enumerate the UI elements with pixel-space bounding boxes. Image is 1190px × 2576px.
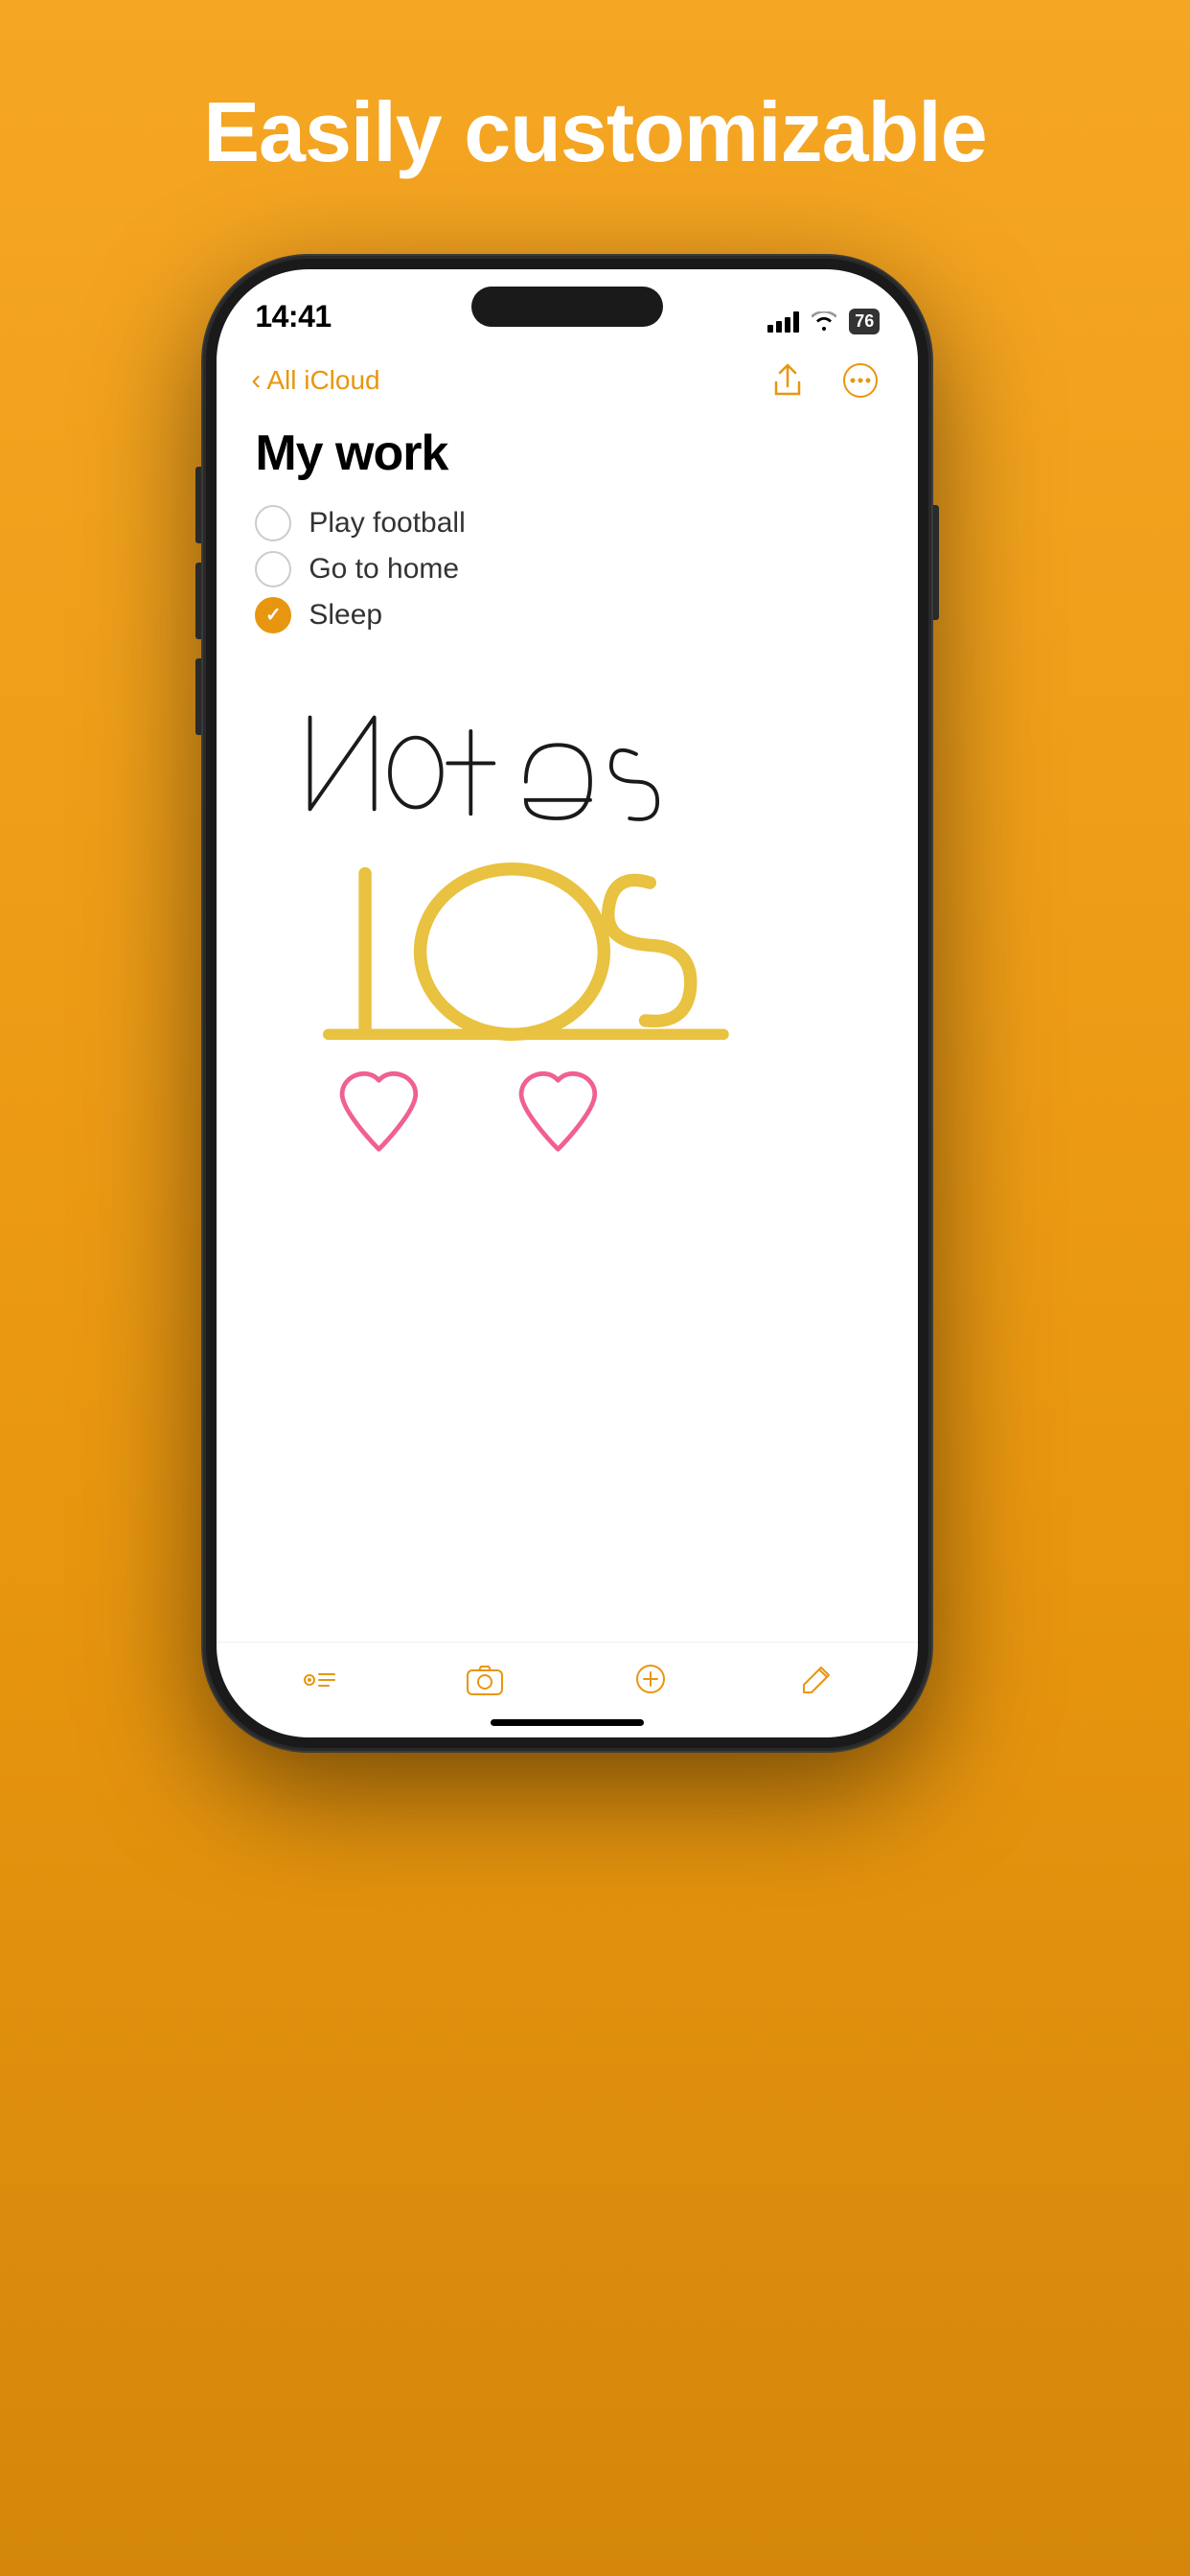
volume-down-button	[195, 658, 201, 735]
phone-shell: 14:41 76	[203, 256, 931, 1751]
note-title: My work	[255, 425, 880, 482]
checklist-label-1: Play football	[309, 507, 465, 540]
status-time: 14:41	[255, 299, 331, 334]
dynamic-island	[471, 287, 663, 327]
page-background: Easily customizable 14:41	[203, 0, 986, 1751]
volume-up-button	[195, 563, 201, 639]
navigation-bar: ‹ All iCloud	[217, 346, 918, 415]
wifi-icon	[811, 310, 837, 332]
home-indicator	[491, 1719, 644, 1726]
camera-toolbar-button[interactable]	[456, 1651, 514, 1709]
phone-mockup: 14:41 76	[203, 256, 931, 1751]
checklist-item[interactable]: Play football	[255, 505, 880, 541]
share-button[interactable]	[765, 357, 811, 403]
checklist-toolbar-button[interactable]	[290, 1651, 348, 1709]
checkbox-2[interactable]	[255, 551, 291, 587]
page-headline: Easily customizable	[203, 86, 986, 179]
pen-toolbar-button[interactable]	[622, 1651, 679, 1709]
handwriting-area	[255, 662, 880, 1287]
more-button[interactable]	[837, 357, 883, 403]
status-icons: 76	[767, 309, 880, 334]
back-button[interactable]: ‹ All iCloud	[251, 365, 379, 396]
battery-icon: 76	[849, 309, 880, 334]
checklist-label-2: Go to home	[309, 553, 459, 586]
heart-1	[342, 1073, 416, 1149]
note-content: My work Play football Go to home	[217, 415, 918, 1642]
phone-screen: 14:41 76	[217, 269, 918, 1737]
battery-level: 76	[855, 311, 874, 332]
handwritten-notes-text	[310, 717, 658, 818]
checklist: Play football Go to home Sleep	[255, 505, 880, 633]
checkbox-1[interactable]	[255, 505, 291, 541]
nav-actions	[765, 357, 883, 403]
checkbox-3[interactable]	[255, 597, 291, 633]
checklist-label-3: Sleep	[309, 599, 382, 632]
compose-toolbar-button[interactable]	[788, 1651, 845, 1709]
heart-2	[521, 1073, 595, 1149]
ios-drawn-text	[365, 869, 691, 1035]
checklist-item[interactable]: Go to home	[255, 551, 880, 587]
back-label: All iCloud	[266, 365, 379, 396]
handwriting-canvas	[255, 662, 880, 1287]
signal-icon	[767, 310, 799, 333]
chevron-left-icon: ‹	[251, 366, 261, 395]
checklist-item[interactable]: Sleep	[255, 597, 880, 633]
